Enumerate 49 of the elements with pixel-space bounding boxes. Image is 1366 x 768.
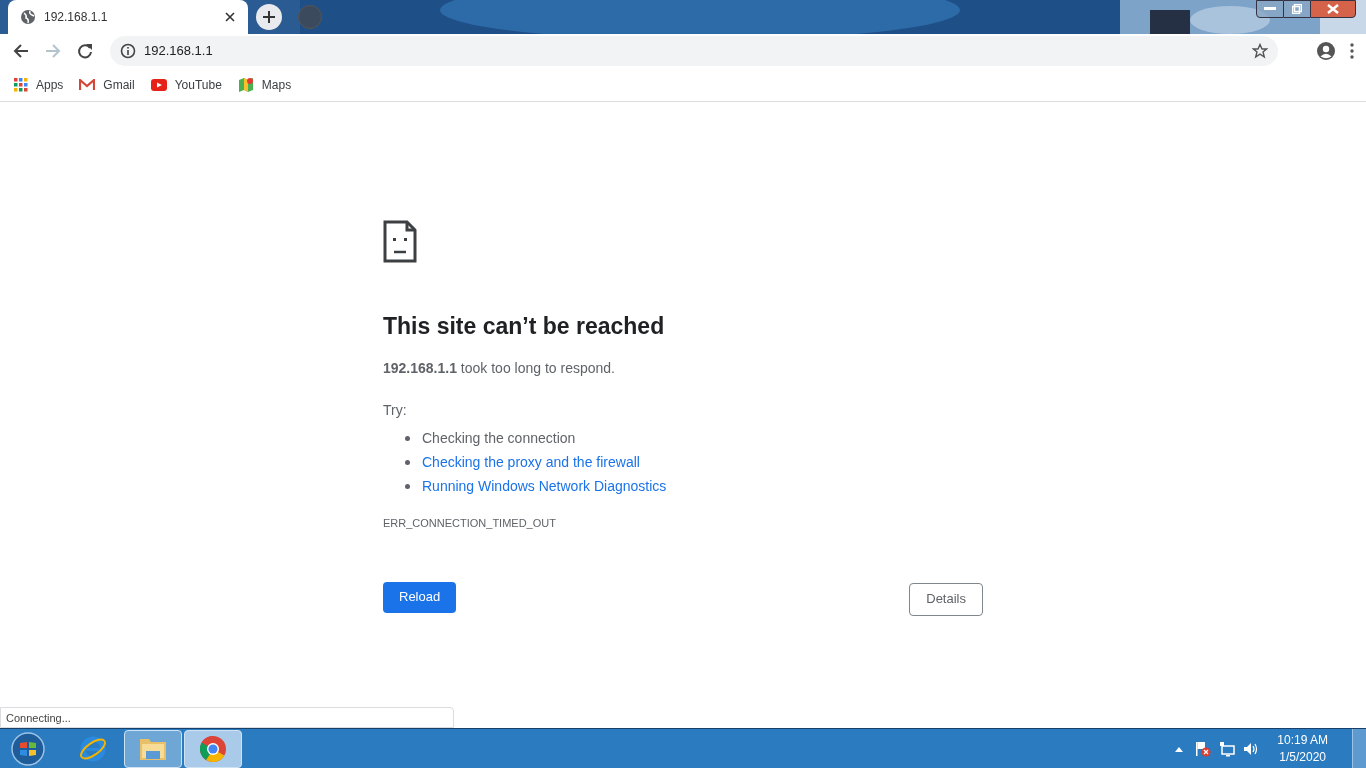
back-icon[interactable] — [12, 42, 30, 60]
account-icon[interactable] — [1316, 41, 1336, 61]
details-button[interactable]: Details — [909, 582, 983, 616]
sad-page-icon — [383, 220, 417, 263]
clock-date: 1/5/2020 — [1279, 748, 1326, 766]
grid-icon — [14, 77, 28, 92]
bullet-icon — [405, 484, 410, 489]
status-bubble: Connecting... — [0, 707, 454, 728]
taskbar-button[interactable] — [184, 729, 242, 768]
mail-icon — [79, 78, 96, 91]
bookmark[interactable]: YouTube — [150, 75, 222, 94]
bullet-icon — [405, 460, 410, 465]
restore-button[interactable] — [1284, 0, 1310, 18]
chrome-icon — [198, 733, 228, 764]
clock-time: 10:19 AM — [1277, 731, 1328, 749]
globe-icon — [20, 9, 36, 25]
close-icon — [1327, 4, 1339, 14]
star-icon[interactable] — [1252, 43, 1268, 59]
url-text: 192.168.1.1 — [144, 42, 214, 61]
suggestion-link[interactable]: Checking the proxy and the firewall — [422, 452, 640, 473]
bullet-icon — [405, 436, 410, 441]
show-hidden-icons-icon[interactable] — [1175, 745, 1184, 752]
bookmark[interactable]: Apps — [14, 75, 64, 94]
play-icon — [150, 78, 167, 91]
reload-button[interactable]: Reload — [383, 581, 457, 613]
info-icon — [120, 43, 136, 59]
bookmark[interactable]: Gmail — [79, 75, 135, 94]
menu-icon[interactable] — [1350, 43, 1354, 59]
minimize-icon — [1264, 7, 1276, 11]
error-message: 192.168.1.1 took too long to respond. — [383, 358, 615, 378]
network-icon[interactable] — [1219, 740, 1236, 757]
try-label: Try: — [383, 400, 407, 420]
minimize-button[interactable] — [1256, 0, 1284, 18]
action-center-flag-icon[interactable] — [1195, 740, 1212, 757]
close-button[interactable] — [1310, 0, 1356, 18]
address-bar[interactable]: 192.168.1.1 — [110, 36, 1278, 66]
suggestion-link[interactable]: Running Windows Network Diagnostics — [422, 476, 667, 497]
bookmark[interactable]: Maps — [237, 75, 292, 94]
close-tab-icon[interactable] — [224, 11, 236, 23]
taskbar-button[interactable] — [124, 729, 182, 768]
tab-title: 192.168.1.1 — [44, 9, 109, 26]
plus-icon — [262, 10, 276, 24]
restore-icon — [1292, 4, 1302, 14]
reload-icon[interactable] — [76, 42, 94, 60]
error-heading: This site can’t be reached — [383, 312, 665, 341]
error-code: ERR_CONNECTION_TIMED_OUT — [383, 515, 556, 531]
map-icon — [237, 76, 254, 93]
browser-tab[interactable]: 192.168.1.1 — [8, 0, 248, 34]
suggestion-text: Checking the connection — [422, 429, 576, 448]
